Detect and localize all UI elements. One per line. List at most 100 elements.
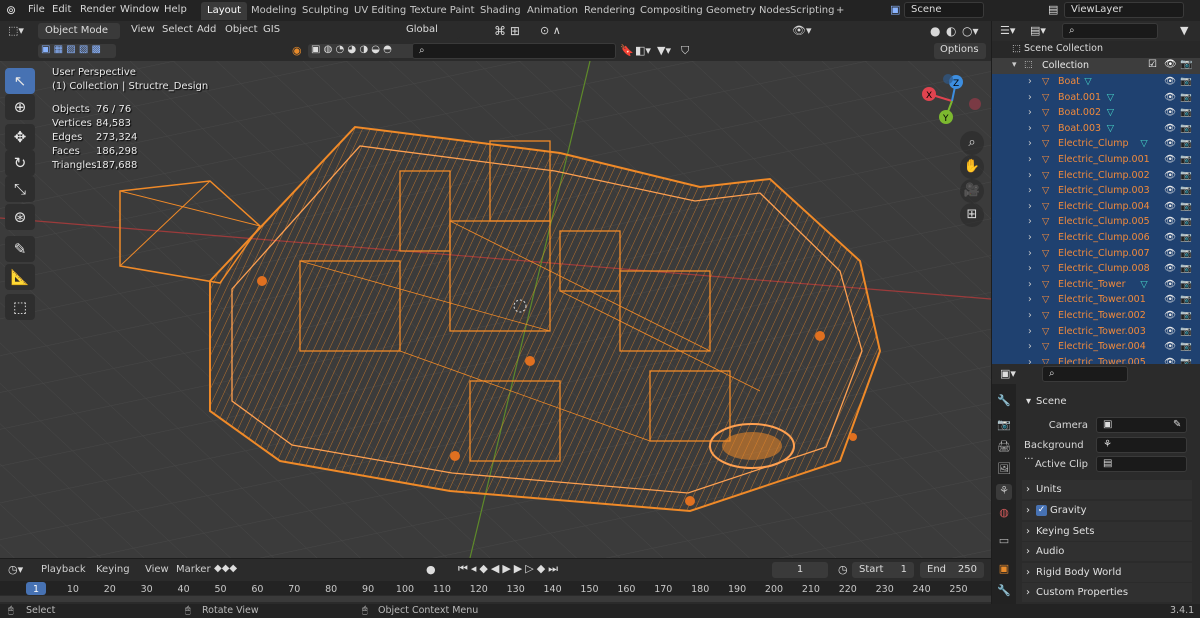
- eye-icon[interactable]: 👁: [1164, 339, 1176, 355]
- camera-icon[interactable]: 📷: [1180, 339, 1192, 355]
- expand-arrow-icon[interactable]: ›: [1028, 74, 1032, 90]
- menu-gis[interactable]: GIS: [263, 24, 280, 35]
- expand-arrow-icon[interactable]: ›: [1028, 324, 1032, 340]
- orientation-selector[interactable]: Global: [400, 23, 460, 39]
- active-clip-field[interactable]: ▤: [1096, 456, 1187, 472]
- tab-sculpting[interactable]: Sculpting: [296, 2, 355, 20]
- mode-selector[interactable]: Object Mode: [38, 23, 120, 39]
- expand-arrow-icon[interactable]: ›: [1028, 261, 1032, 277]
- outliner-row[interactable]: › ▽ Electric_Clump.005 👁 📷: [992, 214, 1200, 230]
- eye-icon[interactable]: 👁: [1164, 214, 1176, 230]
- start-frame-field[interactable]: Start 1: [852, 562, 914, 578]
- mesh-data-icon[interactable]: ▽: [1107, 90, 1114, 106]
- gravity-checkbox[interactable]: ✓: [1036, 505, 1047, 516]
- expand-arrow-icon[interactable]: ›: [1028, 121, 1032, 137]
- menu-add[interactable]: Add: [197, 24, 216, 35]
- current-frame-field[interactable]: 1: [772, 562, 828, 578]
- mesh-data-icon[interactable]: ▽: [1107, 105, 1114, 121]
- shield-icon[interactable]: ⛉: [681, 44, 689, 58]
- expand-arrow-icon[interactable]: ›: [1028, 90, 1032, 106]
- select-mode-icons[interactable]: ▣ ▦ ▨ ▧ ▩: [38, 44, 116, 58]
- end-frame-field[interactable]: End 250: [920, 562, 984, 578]
- eye-icon[interactable]: 👁: [1164, 136, 1176, 152]
- pan-hand-icon[interactable]: ✋: [960, 155, 984, 179]
- checkbox-icon[interactable]: ☑: [1148, 59, 1157, 70]
- annotate-tool-icon[interactable]: ✎: [5, 236, 35, 262]
- viewport-search-input[interactable]: ⌕: [412, 43, 616, 59]
- mesh-data-icon[interactable]: ▽: [1140, 136, 1147, 152]
- eye-icon[interactable]: 👁: [1164, 246, 1176, 262]
- tab-uv-editing[interactable]: UV Editing: [348, 2, 412, 20]
- eye-icon[interactable]: 👁: [1164, 324, 1176, 340]
- tab-layout[interactable]: Layout: [201, 2, 247, 20]
- camera-view-icon[interactable]: 🎥: [960, 179, 984, 203]
- background-field[interactable]: ⚘: [1096, 437, 1187, 453]
- camera-icon[interactable]: 📷: [1180, 121, 1192, 137]
- rotate-tool-icon[interactable]: ↻: [5, 150, 35, 176]
- display-mode-icon[interactable]: ▤▾: [1030, 24, 1046, 37]
- timeline-menu-playback[interactable]: Playback: [41, 564, 86, 575]
- expand-arrow-icon[interactable]: ›: [1028, 183, 1032, 199]
- expand-arrow-icon[interactable]: ›: [1028, 339, 1032, 355]
- camera-icon[interactable]: 📷: [1180, 59, 1192, 70]
- scale-tool-icon[interactable]: ⤡: [5, 176, 35, 202]
- eye-icon[interactable]: 👁: [1164, 308, 1176, 324]
- viewlayer-field[interactable]: ViewLayer: [1064, 2, 1184, 18]
- world-tab-icon[interactable]: ◍: [996, 506, 1012, 522]
- outliner-row[interactable]: › ▽ Electric_Tower.002 👁 📷: [992, 308, 1200, 324]
- expand-arrow-icon[interactable]: ›: [1028, 308, 1032, 324]
- gizmo-neg-z-handle[interactable]: [943, 74, 953, 84]
- tab-geometry-nodes[interactable]: Geometry Nodes: [700, 2, 796, 20]
- menu-edit[interactable]: Edit: [52, 4, 71, 15]
- options-button[interactable]: Options: [934, 43, 986, 59]
- outliner-row[interactable]: › ▽ Electric_Clump.008 👁 📷: [992, 261, 1200, 277]
- expand-arrow-icon[interactable]: ▾: [1012, 60, 1017, 70]
- timeline-editor-icon[interactable]: ◷▾: [8, 563, 23, 576]
- outliner-row[interactable]: › ▽ Electric_Tower.004 👁 📷: [992, 339, 1200, 355]
- expand-arrow-icon[interactable]: ›: [1028, 292, 1032, 308]
- proportional-edit-icon[interactable]: ⊙ ∧: [540, 24, 561, 37]
- filter-funnel-icon[interactable]: ▼: [1180, 24, 1188, 37]
- eye-icon[interactable]: 👁: [1164, 230, 1176, 246]
- bookmark-icon[interactable]: 🔖: [620, 44, 634, 57]
- camera-icon[interactable]: 📷: [1180, 308, 1192, 324]
- eye-icon[interactable]: 👁: [1164, 74, 1176, 90]
- eye-icon[interactable]: 👁: [1164, 183, 1176, 199]
- material-shading-icon[interactable]: ◐: [946, 24, 956, 38]
- timeline-menu-view[interactable]: View: [145, 564, 169, 575]
- outliner-row[interactable]: › ▽ Electric_Tower.003 👁 📷: [992, 323, 1200, 340]
- scene-collection-row[interactable]: ⬚ Scene Collection: [1012, 43, 1103, 54]
- units-section[interactable]: › Units: [1022, 480, 1192, 499]
- filter-icons[interactable]: ▣ ◍ ◔ ◕ ◑ ◒ ◓: [308, 44, 416, 58]
- menu-help[interactable]: Help: [164, 4, 187, 15]
- custom-properties-section[interactable]: › Custom Properties: [1022, 583, 1192, 602]
- color-palette-icon[interactable]: ◉: [292, 44, 302, 57]
- expand-arrow-icon[interactable]: ›: [1028, 199, 1032, 215]
- eye-icon[interactable]: 👁: [1164, 105, 1176, 121]
- outliner-row[interactable]: › ▽ Boat.001 ▽ 👁 📷: [992, 89, 1200, 106]
- outliner-row[interactable]: › ▽ Electric_Clump ▽ 👁 📷: [992, 136, 1200, 152]
- solid-shading-icon[interactable]: ●: [930, 24, 940, 38]
- camera-icon[interactable]: 📷: [1180, 214, 1192, 230]
- expand-arrow-icon[interactable]: ›: [1028, 230, 1032, 246]
- select-box-tool-icon[interactable]: ↖: [5, 68, 35, 94]
- tab-animation[interactable]: Animation: [521, 2, 584, 20]
- tab-compositing[interactable]: Compositing: [634, 2, 709, 20]
- gravity-section[interactable]: › ✓ Gravity: [1022, 501, 1192, 520]
- camera-icon[interactable]: 📷: [1180, 105, 1192, 121]
- tab-modeling[interactable]: Modeling: [245, 2, 303, 20]
- expand-arrow-icon[interactable]: ›: [1028, 214, 1032, 230]
- outliner-row[interactable]: › ▽ Electric_Clump.004 👁 📷: [992, 198, 1200, 215]
- eye-icon[interactable]: 👁: [1164, 199, 1176, 215]
- camera-icon[interactable]: 📷: [1180, 246, 1192, 262]
- navigation-gizmo[interactable]: X Z Y: [918, 71, 986, 131]
- snapping-icon[interactable]: ⌘ ⊞: [494, 24, 520, 38]
- 3d-viewport[interactable]: User Perspective (1) Collection | Struct…: [0, 61, 991, 558]
- timeline-menu-keying[interactable]: Keying: [96, 564, 130, 575]
- menu-file[interactable]: File: [28, 4, 45, 15]
- collection-row[interactable]: ▾ ⬚ Collection ☑ 👁 📷: [992, 58, 1200, 74]
- expand-arrow-icon[interactable]: ›: [1028, 152, 1032, 168]
- camera-icon[interactable]: 📷: [1180, 74, 1192, 90]
- object-tab-icon[interactable]: ▣: [996, 562, 1012, 578]
- view-layer-tab-icon[interactable]: 🖼: [996, 462, 1012, 478]
